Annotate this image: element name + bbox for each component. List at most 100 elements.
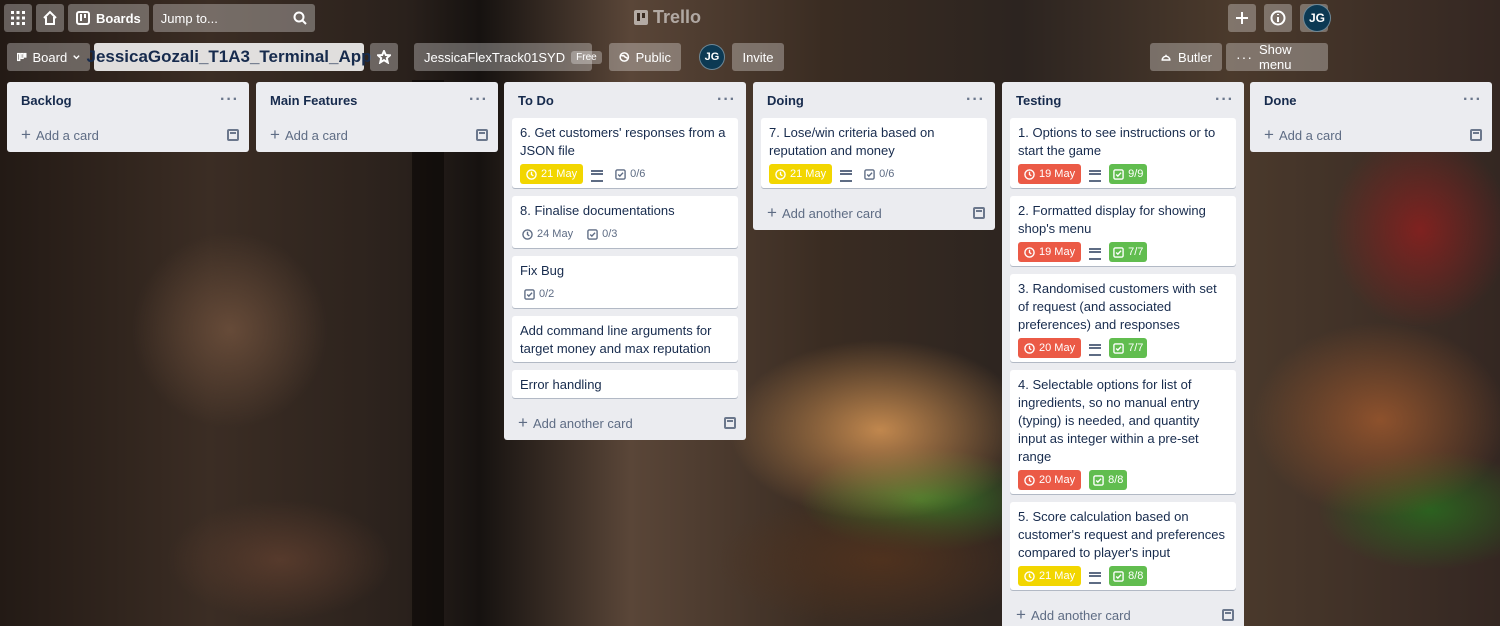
list-menu-icon[interactable]: ··· xyxy=(1463,92,1482,108)
list-header[interactable]: Doing ··· xyxy=(753,82,995,118)
board-icon xyxy=(76,11,90,25)
checklist-badge: 9/9 xyxy=(1109,164,1148,184)
card[interactable]: 2. Formatted display for showing shop's … xyxy=(1010,196,1236,266)
butler-label: Butler xyxy=(1178,49,1212,65)
card[interactable]: 4. Selectable options for list of ingred… xyxy=(1010,370,1236,494)
plus-icon: + xyxy=(518,413,528,432)
card-template-icon[interactable] xyxy=(973,207,985,219)
info-button[interactable] xyxy=(1264,4,1292,32)
checklist-count: 0/2 xyxy=(539,288,555,300)
due-date-text: 24 May xyxy=(537,228,574,240)
card[interactable]: 8. Finalise documentations 24 May 0/3 xyxy=(512,196,738,248)
card-template-icon[interactable] xyxy=(1222,609,1234,621)
list-menu-icon[interactable]: ··· xyxy=(220,92,239,108)
board-title[interactable]: JessicaGozali_T1A3_Terminal_App xyxy=(86,43,372,71)
grid-icon xyxy=(11,11,25,25)
card[interactable]: 6. Get customers' responses from a JSON … xyxy=(512,118,738,188)
card-template-icon[interactable] xyxy=(476,129,488,141)
add-card-button[interactable]: + Add another card xyxy=(1016,605,1131,625)
list-title[interactable]: To Do xyxy=(518,93,554,108)
card[interactable]: 7. Lose/win criteria based on reputation… xyxy=(761,118,987,188)
create-button[interactable] xyxy=(1228,4,1256,32)
card-title: 6. Get customers' responses from a JSON … xyxy=(520,125,726,158)
due-date-badge[interactable]: 19 May xyxy=(1018,242,1082,262)
add-card-label: Add another card xyxy=(532,416,633,431)
due-date-badge[interactable]: 24 May xyxy=(520,224,575,244)
due-date-badge[interactable]: 21 May xyxy=(520,164,584,184)
workspace-button[interactable]: JessicaFlexTrack01SYD Free xyxy=(414,43,602,71)
avatar-initials: JG xyxy=(1308,11,1325,25)
card[interactable]: Error handling xyxy=(512,370,738,398)
background-shadow xyxy=(412,80,444,626)
due-date-badge[interactable]: 20 May xyxy=(1018,470,1082,490)
list-menu-icon[interactable]: ··· xyxy=(717,92,736,108)
list-menu-icon[interactable]: ··· xyxy=(966,92,985,108)
add-card-button[interactable]: + Add a card xyxy=(1264,125,1342,145)
list-done: Done ··· + Add a card xyxy=(1250,82,1492,152)
apps-button[interactable] xyxy=(4,4,32,32)
list-menu-icon[interactable]: ··· xyxy=(1215,92,1234,108)
add-card-button[interactable]: + Add another card xyxy=(518,413,633,433)
card[interactable]: 3. Randomised customers with set of requ… xyxy=(1010,274,1236,362)
card-badges: 19 May 9/9 xyxy=(1018,164,1228,184)
board-view-switcher[interactable]: Board xyxy=(7,43,90,71)
list-title[interactable]: Done xyxy=(1264,93,1297,108)
card-title: 8. Finalise documentations xyxy=(520,203,675,218)
add-card-button[interactable]: + Add a card xyxy=(270,125,348,145)
boards-button[interactable]: Boards xyxy=(68,4,149,32)
card-template-icon[interactable] xyxy=(227,129,239,141)
plus-icon: + xyxy=(1016,605,1026,624)
card-badges: 21 May 0/6 xyxy=(769,164,979,184)
description-icon xyxy=(591,169,604,182)
due-date-badge[interactable]: 21 May xyxy=(769,164,833,184)
add-card-button[interactable]: + Add a card xyxy=(21,125,99,145)
checklist-count: 8/8 xyxy=(1128,570,1144,582)
description-icon xyxy=(1089,169,1102,182)
card[interactable]: 5. Score calculation based on customer's… xyxy=(1010,502,1236,590)
card[interactable]: Fix Bug 0/2 xyxy=(512,256,738,308)
card-title: 1. Options to see instructions or to sta… xyxy=(1018,125,1216,158)
card-template-icon[interactable] xyxy=(1470,129,1482,141)
list-header[interactable]: To Do ··· xyxy=(504,82,746,118)
add-card-label: Add a card xyxy=(35,128,99,143)
card-template-icon[interactable] xyxy=(724,417,736,429)
card-title: 5. Score calculation based on customer's… xyxy=(1018,509,1225,560)
list-header[interactable]: Backlog ··· xyxy=(7,82,249,118)
card-badges: 21 May 0/6 xyxy=(520,164,730,184)
list-header[interactable]: Done ··· xyxy=(1250,82,1492,118)
butler-button[interactable]: Butler xyxy=(1150,43,1222,71)
card[interactable]: Add command line arguments for target mo… xyxy=(512,316,738,362)
list-header[interactable]: Testing ··· xyxy=(1002,82,1244,118)
description-icon xyxy=(1089,571,1102,584)
clock-icon xyxy=(526,168,537,180)
invite-button[interactable]: Invite xyxy=(732,43,784,71)
add-card-row: + Add a card xyxy=(7,118,249,152)
star-button[interactable] xyxy=(370,43,398,71)
add-card-row: + Add another card xyxy=(753,196,995,230)
list-menu-icon[interactable]: ··· xyxy=(469,92,488,108)
checklist-badge: 0/2 xyxy=(520,284,558,304)
due-date-badge[interactable]: 19 May xyxy=(1018,164,1082,184)
checklist-badge: 8/8 xyxy=(1109,566,1148,586)
due-date-badge[interactable]: 21 May xyxy=(1018,566,1082,586)
description-icon xyxy=(1089,247,1102,260)
list-header[interactable]: Main Features ··· xyxy=(256,82,498,118)
list-title[interactable]: Doing xyxy=(767,93,804,108)
plus-icon: + xyxy=(767,203,777,222)
member-avatar[interactable]: JG xyxy=(699,44,725,70)
due-date-badge[interactable]: 20 May xyxy=(1018,338,1082,358)
plus-icon xyxy=(1236,12,1248,24)
checklist-count: 7/7 xyxy=(1128,342,1144,354)
search-input[interactable]: Jump to... xyxy=(152,4,315,32)
user-avatar[interactable]: JG xyxy=(1303,4,1331,32)
home-button[interactable] xyxy=(36,4,64,32)
trello-logo[interactable]: Trello xyxy=(634,7,701,28)
card[interactable]: 1. Options to see instructions or to sta… xyxy=(1010,118,1236,188)
checklist-icon xyxy=(1113,246,1124,258)
list-title[interactable]: Main Features xyxy=(270,93,357,108)
show-menu-button[interactable]: ··· Show menu xyxy=(1226,42,1328,72)
list-title[interactable]: Testing xyxy=(1016,93,1061,108)
add-card-button[interactable]: + Add another card xyxy=(767,203,882,223)
list-title[interactable]: Backlog xyxy=(21,93,72,108)
visibility-button[interactable]: Public xyxy=(609,43,681,71)
